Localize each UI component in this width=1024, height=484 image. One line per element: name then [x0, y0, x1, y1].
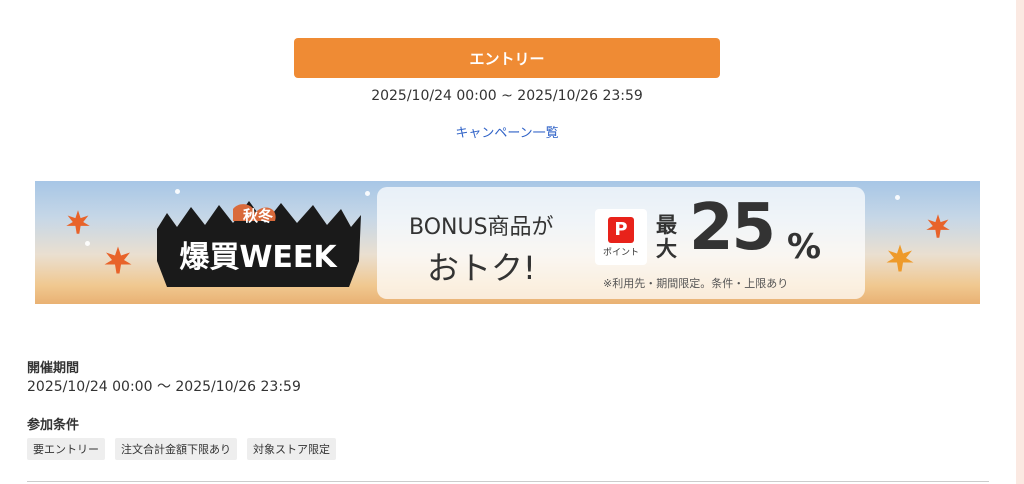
logo-season-text: 秋冬	[243, 207, 273, 225]
max-value: 25	[689, 191, 776, 265]
maple-leaf-icon	[66, 210, 90, 234]
period-value: 2025/10/24 00:00 〜 2025/10/26 23:59	[27, 379, 301, 395]
sparkle-icon	[175, 189, 180, 194]
max-unit: %	[787, 227, 822, 267]
point-p-icon: P	[608, 216, 634, 243]
rakuten-point-badge: P ポイント	[595, 209, 647, 265]
promo-note: ※利用先・期間限定。条件・上限あり	[603, 277, 789, 290]
maple-leaf-icon	[104, 246, 132, 274]
divider	[27, 481, 989, 482]
campaign-banner[interactable]: 秋冬 爆買WEEK BONUS商品が おトク! P ポイント 最大 25 % ※…	[35, 181, 980, 304]
entry-period: 2025/10/24 00:00 ~ 2025/10/26 23:59	[371, 88, 643, 104]
promo-panel: BONUS商品が おトク! P ポイント 最大 25 % ※利用先・期間限定。条…	[377, 187, 865, 299]
logo-title-text: 爆買WEEK	[179, 240, 338, 275]
sparkle-icon	[895, 195, 900, 200]
entry-button[interactable]: エントリー	[294, 38, 720, 78]
side-stripe	[1016, 0, 1024, 484]
campaign-list-link[interactable]: キャンペーン一覧	[294, 122, 720, 141]
condition-tag: 要エントリー	[27, 438, 105, 460]
bakugai-week-logo: 秋冬 爆買WEEK	[157, 201, 361, 287]
condition-tag: 注文合計金額下限あり	[115, 438, 237, 460]
condition-tag: 対象ストア限定	[247, 438, 336, 460]
maple-leaf-icon	[926, 214, 950, 238]
campaign-page: エントリー 2025/10/24 00:00 ~ 2025/10/26 23:5…	[0, 0, 1024, 484]
sparkle-icon	[85, 241, 90, 246]
maple-leaf-icon	[886, 244, 914, 272]
promo-subheadline: おトク!	[427, 249, 536, 287]
period-heading: 開催期間	[27, 361, 80, 376]
conditions-heading: 参加条件	[27, 418, 80, 433]
max-label: 最大	[656, 213, 677, 261]
point-badge-label: ポイント	[602, 247, 639, 258]
promo-headline: BONUS商品が	[409, 215, 554, 240]
conditions-tag-list: 要エントリー 注文合計金額下限あり 対象ストア限定	[27, 438, 336, 460]
sparkle-icon	[365, 191, 370, 196]
